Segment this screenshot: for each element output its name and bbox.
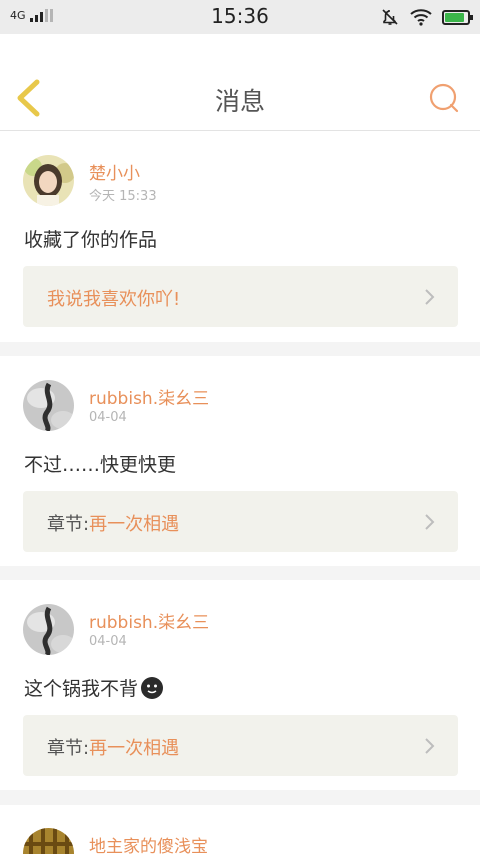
ref-label: 章节: <box>47 738 90 759</box>
chevron-right-icon <box>425 289 435 305</box>
message-time: 今天 15:33 <box>89 189 157 204</box>
chevron-right-icon <box>425 738 435 754</box>
username[interactable]: 地主家的傻浅宝 <box>89 832 208 854</box>
message-text: 不过……快更快更 <box>24 454 177 476</box>
search-button[interactable] <box>428 82 460 114</box>
ref-text: 章节:再一次相遇 <box>47 510 179 536</box>
message-card[interactable]: 地主家的傻浅宝 <box>0 805 480 854</box>
message-text: 收藏了你的作品 <box>24 229 158 251</box>
username[interactable]: rubbish.柒幺三 <box>89 384 209 409</box>
ref-title: 再一次相遇 <box>89 738 180 759</box>
ref-title: 再一次相遇 <box>89 514 180 535</box>
mute-icon <box>382 9 398 25</box>
username[interactable]: 楚小小 <box>89 159 140 184</box>
status-bar: 4G 15:36 <box>0 0 480 34</box>
ref-text: 我说我喜欢你吖! <box>47 285 180 311</box>
battery-icon <box>442 9 473 25</box>
avatar[interactable] <box>23 155 74 206</box>
message-content: 收藏了你的作品 <box>24 225 157 252</box>
app-root: 4G 15:36 消息 楚小小 今天 15:33 收藏了你的作品 我说我喜欢你吖… <box>0 0 480 854</box>
chapter-reference[interactable]: 章节:再一次相遇 <box>23 491 458 552</box>
username[interactable]: rubbish.柒幺三 <box>89 608 209 633</box>
message-content: 不过……快更快更 <box>24 450 176 477</box>
avatar[interactable] <box>23 604 74 655</box>
message-time: 04-04 <box>89 634 127 649</box>
ref-title: 我说我喜欢你吖! <box>47 289 181 310</box>
avatar[interactable] <box>23 380 74 431</box>
message-card[interactable]: rubbish.柒幺三 04-04 不过……快更快更 章节:再一次相遇 <box>0 356 480 566</box>
wifi-icon <box>410 9 432 26</box>
battery-level <box>445 12 464 22</box>
header: 消息 <box>0 34 480 131</box>
message-content: 这个锅我不背 <box>24 674 164 701</box>
message-card[interactable]: rubbish.柒幺三 04-04 这个锅我不背 章节:再一次相遇 <box>0 580 480 790</box>
page-title: 消息 <box>214 87 265 116</box>
chapter-reference[interactable]: 章节:再一次相遇 <box>23 715 458 776</box>
status-icons <box>380 7 473 27</box>
ref-text: 章节:再一次相遇 <box>47 734 179 760</box>
avatar[interactable] <box>23 828 74 854</box>
message-text: 这个锅我不背 <box>24 678 139 700</box>
chevron-right-icon <box>425 514 435 530</box>
message-time: 04-04 <box>89 410 127 425</box>
face-emoji-icon <box>141 676 164 699</box>
message-card[interactable]: 楚小小 今天 15:33 收藏了你的作品 我说我喜欢你吖! <box>0 131 480 342</box>
work-reference[interactable]: 我说我喜欢你吖! <box>23 266 458 327</box>
ref-label: 章节: <box>47 514 90 535</box>
